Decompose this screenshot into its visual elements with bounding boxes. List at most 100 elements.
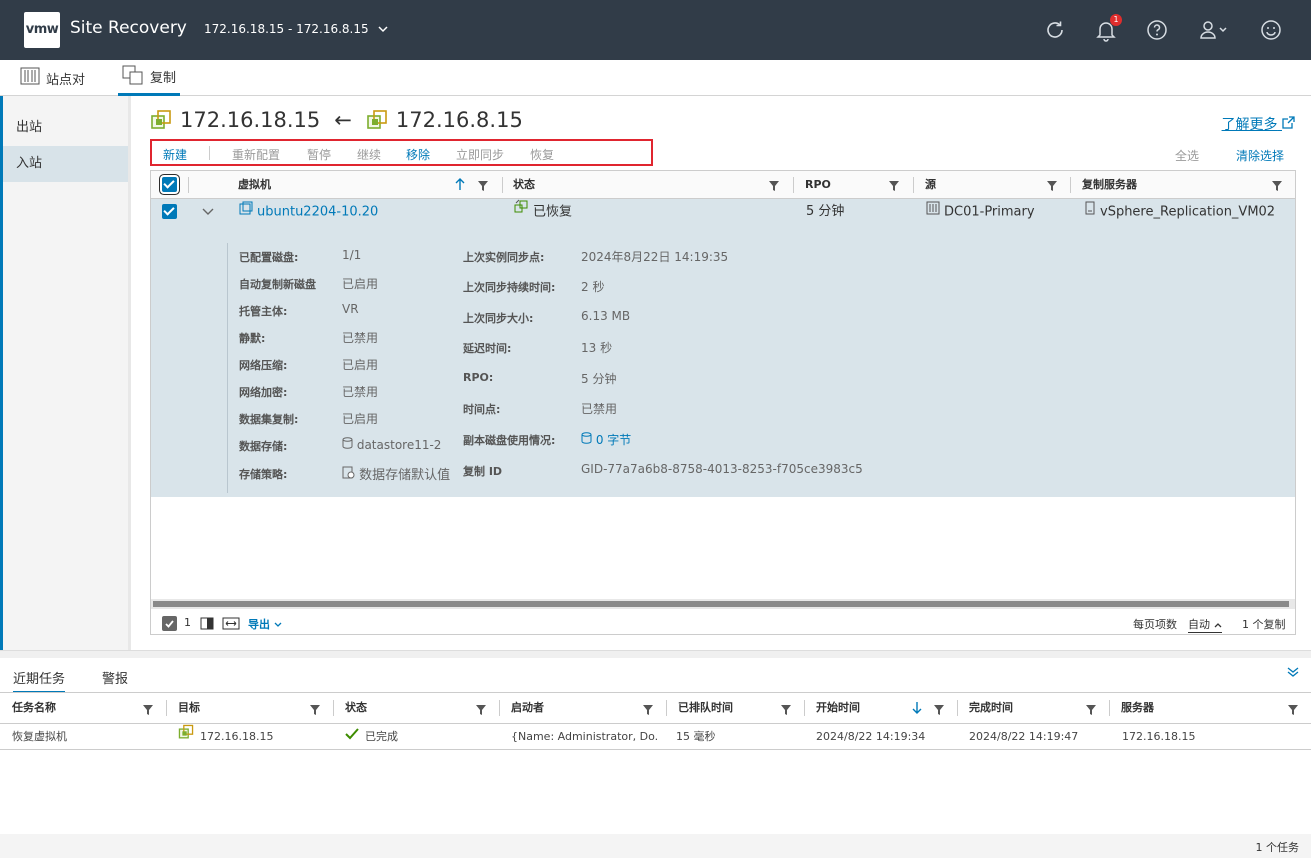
filter-icon[interactable] (643, 704, 653, 715)
collapse-panel-icon[interactable] (1287, 666, 1299, 681)
column-toggle-icon[interactable] (200, 617, 214, 633)
replica-disk-usage-link[interactable]: 0 字节 (596, 433, 631, 447)
tab-alarms[interactable]: 警报 (102, 668, 128, 691)
total-count: 1 个复制 (1242, 618, 1286, 631)
column-divider (1109, 700, 1110, 716)
detail-label: 时间点: (463, 403, 501, 416)
column-header-status[interactable]: 状态 (345, 693, 367, 723)
learn-more-link[interactable]: 了解更多 (1222, 114, 1295, 134)
site-pair-selector[interactable]: 172.16.18.15 - 172.16.8.15 (204, 22, 388, 36)
grid-footer: 1 导出 每页项数 自动 1 个复制 (151, 611, 1295, 635)
status-cell: 已恢复 (513, 199, 572, 225)
detail-label: 数据存储: (239, 440, 288, 453)
detail-value: 5 分钟 (581, 372, 617, 386)
feedback-smiley-icon[interactable] (1259, 18, 1283, 42)
column-header-server[interactable]: 服务器 (1121, 693, 1154, 723)
filter-icon[interactable] (1288, 704, 1298, 715)
sidebar: 出站 入站 (0, 96, 128, 650)
table-row[interactable]: 恢复虚拟机 172.16.18.15 已完成 {Name: Administra… (0, 724, 1311, 750)
refresh-icon[interactable] (1043, 18, 1067, 42)
new-button[interactable]: 新建 (163, 146, 187, 163)
sidebar-item-incoming[interactable]: 入站 (3, 146, 128, 182)
remove-button[interactable]: 移除 (406, 146, 430, 163)
sidebar-item-outgoing[interactable]: 出站 (3, 110, 128, 146)
column-header-source[interactable]: 源 (925, 171, 936, 199)
vertical-splitter[interactable] (128, 96, 131, 650)
filter-icon[interactable] (478, 180, 488, 191)
filter-icon[interactable] (1272, 180, 1282, 191)
selection-checkbox-icon[interactable] (162, 616, 177, 634)
reconfigure-button[interactable]: 重新配置 (232, 146, 280, 163)
column-header-start-time[interactable]: 开始时间 (816, 693, 860, 723)
export-button[interactable]: 导出 (248, 616, 282, 632)
detail-label: 静默: (239, 332, 266, 345)
column-header-server[interactable]: 复制服务器 (1082, 171, 1137, 199)
chevron-down-icon[interactable] (202, 205, 214, 219)
vm-link[interactable]: ubuntu2204-10.20 (257, 205, 378, 220)
filter-icon[interactable] (476, 704, 486, 715)
filter-icon[interactable] (769, 180, 779, 191)
sync-now-button[interactable]: 立即同步 (456, 146, 504, 163)
filter-icon[interactable] (1086, 704, 1096, 715)
column-header-end-time[interactable]: 完成时间 (969, 693, 1013, 723)
sort-descending-icon[interactable] (912, 701, 922, 717)
detail-label: 副本磁盘使用情况: (463, 434, 556, 447)
filter-icon[interactable] (781, 704, 791, 715)
filter-icon[interactable] (889, 180, 899, 191)
resume-button[interactable]: 继续 (357, 146, 381, 163)
page-size-value: 自动 (1188, 618, 1210, 631)
column-header-initiator[interactable]: 启动者 (511, 693, 544, 723)
vm-icon (239, 199, 253, 225)
filter-icon[interactable] (310, 704, 320, 715)
action-toolbar: 新建 重新配置 暂停 继续 移除 立即同步 恢复 (150, 139, 653, 166)
notification-bell-icon[interactable]: 1 (1094, 14, 1122, 42)
tab-site-pair[interactable]: 站点对 (20, 60, 85, 96)
filter-icon[interactable] (1047, 180, 1057, 191)
detail-value: VR (342, 302, 359, 316)
column-width-icon[interactable] (222, 617, 240, 633)
select-all-checkbox[interactable] (162, 177, 177, 195)
column-header-task-name[interactable]: 任务名称 (12, 693, 56, 723)
task-target[interactable]: 172.16.18.15 (178, 724, 273, 750)
help-icon[interactable] (1145, 18, 1169, 42)
table-row[interactable]: ubuntu2204-10.20 已恢复 5 分钟 DC01-Primary v… (151, 199, 1295, 225)
server-cell: vSphere_Replication_VM02 (1084, 199, 1275, 225)
user-menu[interactable] (1198, 18, 1234, 42)
column-header-target[interactable]: 目标 (178, 693, 200, 723)
recover-button[interactable]: 恢复 (530, 146, 554, 163)
task-initiator: {Name: Administrator, Do... (511, 730, 657, 743)
page-size-select[interactable]: 自动 (1188, 616, 1222, 633)
filter-icon[interactable] (143, 704, 153, 715)
column-divider (333, 700, 334, 716)
column-header-vm[interactable]: 虚拟机 (238, 171, 271, 199)
column-header-rpo[interactable]: RPO (805, 171, 831, 199)
detail-label: 存储策略: (239, 468, 288, 481)
vmware-logo[interactable]: vmw (24, 12, 60, 48)
detail-value: 13 秒 (581, 341, 613, 355)
site-pair-label: 172.16.18.15 - 172.16.8.15 (204, 22, 369, 36)
column-divider (499, 700, 500, 716)
site-icon (366, 109, 388, 131)
detail-value: 已启用 (342, 412, 379, 426)
row-checkbox[interactable] (162, 204, 177, 222)
recent-tasks-panel: 近期任务 警报 任务名称 目标 状态 启动者 已排队时间 开始时间 完成时间 服… (0, 658, 1311, 858)
column-header-queued-time[interactable]: 已排队时间 (678, 693, 733, 723)
column-divider (502, 177, 503, 193)
detail-value: 已禁用 (342, 385, 379, 399)
scrollbar-thumb[interactable] (153, 601, 1289, 607)
vm-cell[interactable]: ubuntu2204-10.20 (239, 199, 378, 225)
tab-recent-tasks[interactable]: 近期任务 (13, 668, 66, 693)
server-text: vSphere_Replication_VM02 (1100, 204, 1276, 220)
tab-replication[interactable]: 复制 (118, 60, 181, 96)
horizontal-scrollbar[interactable] (151, 599, 1295, 609)
pause-button[interactable]: 暂停 (307, 146, 331, 163)
sort-ascending-icon[interactable] (455, 178, 465, 194)
chevron-up-icon (1214, 618, 1222, 631)
clear-selection-button[interactable]: 清除选择 (1236, 147, 1284, 164)
column-header-status[interactable]: 状态 (513, 171, 535, 199)
task-end-time: 2024/8/22 14:19:47 (969, 730, 1079, 743)
replica-disk-usage[interactable]: 0 字节 (581, 431, 631, 448)
filter-icon[interactable] (934, 704, 944, 715)
panel-splitter[interactable] (0, 650, 1311, 658)
select-all-button[interactable]: 全选 (1175, 147, 1199, 164)
